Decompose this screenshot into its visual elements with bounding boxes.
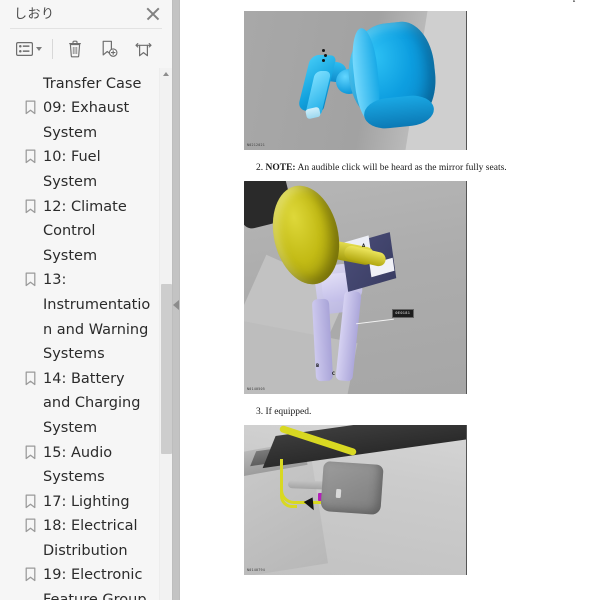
- chevron-up-icon[interactable]: [163, 72, 169, 76]
- trash-icon: [69, 40, 81, 58]
- sidebar-splitter[interactable]: [172, 0, 180, 600]
- list-icon: [16, 42, 33, 56]
- bookmark-icon: [24, 272, 37, 292]
- list-item-label: 14: Battery and Charging System: [43, 370, 141, 436]
- step-number-1: 1.: [256, 0, 263, 3]
- step-body-3: If equipped.: [265, 407, 312, 417]
- list-item-label: Clutch and Transfer Case: [43, 75, 142, 92]
- bookmarks-list: Clutch and Transfer Case 09: Exhaust Sys…: [0, 69, 160, 600]
- step-text-3: 3. If equipped.: [180, 406, 597, 419]
- figure-1-id: N0212021: [247, 143, 265, 147]
- step-body-2: An audible click will be heard as the mi…: [297, 163, 507, 173]
- figure-2-id: N0140505: [247, 387, 265, 391]
- pdf-page: 1. Slide the interior rear view mirror m…: [180, 0, 597, 575]
- list-item[interactable]: 18: Electrical Distribution: [0, 514, 160, 563]
- step-text-1: 1. Slide the interior rear view mirror m…: [180, 0, 597, 5]
- bookmark-expand-icon: [134, 43, 152, 57]
- figure-2-callout: 0E0181: [392, 309, 414, 318]
- document-view[interactable]: 1. Slide the interior rear view mirror m…: [180, 0, 597, 600]
- figure-3: N0140794: [244, 425, 467, 575]
- list-item[interactable]: 15: Audio Systems: [0, 441, 160, 490]
- list-item[interactable]: 17: Lighting: [0, 490, 160, 515]
- list-item[interactable]: 10: Fuel System: [0, 145, 160, 194]
- figure-1-image: [244, 11, 466, 150]
- figure-2-mark-2: B: [316, 363, 320, 368]
- bookmark-icon: [24, 69, 37, 71]
- bookmarks-panel-header: しおり: [0, 0, 172, 28]
- toolbar-divider: [52, 39, 53, 59]
- list-options-button[interactable]: [10, 35, 48, 63]
- bookmark-icon: [24, 444, 37, 465]
- list-item-label: 13: Instrumentation and Warning Systems: [43, 272, 151, 363]
- figure-3-id: N0140794: [247, 568, 265, 572]
- bookmark-icon: [24, 567, 37, 587]
- list-item[interactable]: Clutch and Transfer Case: [0, 69, 160, 96]
- figure-2-image: 0E0181 A B C: [244, 181, 466, 394]
- pdf-viewer-window: しおり Transfer Case 09: Exhaust System 10:…: [0, 0, 597, 600]
- add-bookmark-button[interactable]: [93, 35, 125, 63]
- list-item[interactable]: 13: Instrumentation and Warning Systems: [0, 268, 160, 366]
- list-item-label: 10: Fuel System: [43, 149, 101, 190]
- list-item[interactable]: 19: Electronic Feature Group: [0, 563, 160, 600]
- list-item-label: 12: Climate Control System: [43, 198, 127, 264]
- bookmark-icon: [24, 371, 37, 391]
- step-text-2: 2. NOTE: An audible click will be heard …: [180, 162, 597, 175]
- list-item-label: 19: Electronic Feature Group: [43, 567, 147, 600]
- list-item-label: 18: Electrical Distribution: [43, 518, 138, 559]
- chevron-down-icon: [36, 47, 42, 51]
- sidebar-scrollbar[interactable]: [159, 68, 172, 600]
- figure-2-mark-3: C: [332, 371, 335, 376]
- bookmark-icon: [24, 100, 37, 120]
- close-icon[interactable]: [144, 5, 162, 23]
- bookmark-plus-icon: [102, 40, 118, 57]
- list-item[interactable]: 14: Battery and Charging System: [0, 367, 160, 441]
- bookmarks-sidebar: しおり Transfer Case 09: Exhaust System 10:…: [0, 0, 172, 600]
- bookmarks-panel-title: しおり: [14, 6, 55, 22]
- list-item-label: 09: Exhaust System: [43, 100, 130, 141]
- list-item-label: 15: Audio Systems: [43, 444, 113, 486]
- figure-1: N0212021: [244, 11, 467, 150]
- triangle-left-icon[interactable]: [173, 300, 179, 310]
- scrollbar-thumb[interactable]: [161, 284, 172, 454]
- list-item[interactable]: 09: Exhaust System: [0, 96, 160, 145]
- bookmark-icon: [24, 518, 37, 538]
- bookmark-icon: [24, 199, 37, 219]
- step-body-1: Slide the interior rear view mirror moun…: [266, 0, 580, 3]
- step-number-3: 3.: [256, 407, 264, 417]
- expand-bookmarks-button[interactable]: [127, 35, 159, 63]
- bookmark-icon: [24, 494, 37, 514]
- figure-3-image: [244, 425, 466, 575]
- bookmark-icon: [24, 149, 37, 169]
- bookmarks-list-container: Clutch and Transfer Case 09: Exhaust Sys…: [0, 69, 172, 600]
- delete-bookmark-button[interactable]: [59, 35, 91, 63]
- figure-2: 0E0181 A B C N0140505: [244, 181, 467, 394]
- list-item-label: 17: Lighting: [43, 493, 130, 510]
- list-item[interactable]: 12: Climate Control System: [0, 195, 160, 269]
- step-number-2: 2.: [256, 163, 264, 173]
- figure-2-mark-1: A: [362, 243, 366, 248]
- step-note-label-2: NOTE:: [265, 163, 296, 173]
- bookmarks-toolbar: [0, 29, 172, 69]
